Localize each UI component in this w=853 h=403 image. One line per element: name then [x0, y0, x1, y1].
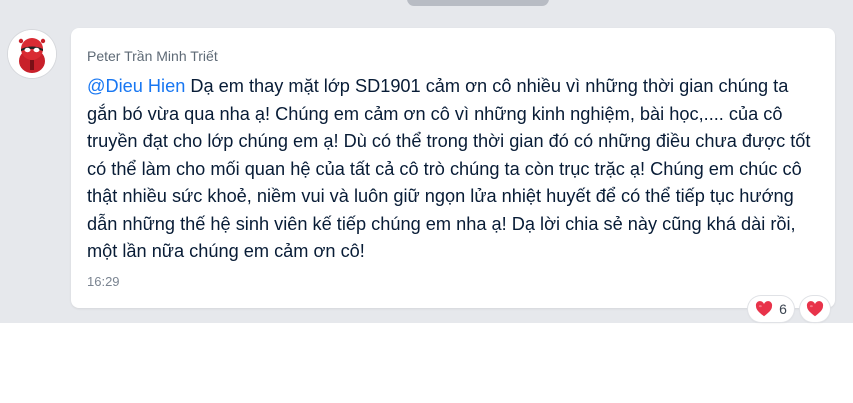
message-timestamp: 16:29	[87, 274, 120, 289]
message-text: @Dieu Hien Dạ em thay mặt lớp SD1901 cảm…	[87, 73, 817, 266]
reaction-count: 6	[779, 301, 787, 317]
deadpool-avatar-icon	[8, 30, 56, 78]
mention-link[interactable]: @Dieu Hien	[87, 76, 185, 96]
message-body: Dạ em thay mặt lớp SD1901 cảm ơn cô nhiề…	[87, 76, 811, 261]
sender-name[interactable]: Peter Trần Minh Triết	[87, 48, 218, 64]
message-bubble[interactable]: Peter Trần Minh Triết @Dieu Hien Dạ em t…	[71, 28, 835, 308]
scroll-indicator	[407, 0, 549, 6]
heart-icon	[755, 301, 773, 317]
avatar[interactable]	[8, 30, 56, 78]
heart-icon	[806, 301, 824, 317]
chat-area: Peter Trần Minh Triết @Dieu Hien Dạ em t…	[0, 0, 853, 323]
reaction-summary-button[interactable]: 6	[748, 296, 794, 322]
react-button[interactable]	[800, 296, 830, 322]
